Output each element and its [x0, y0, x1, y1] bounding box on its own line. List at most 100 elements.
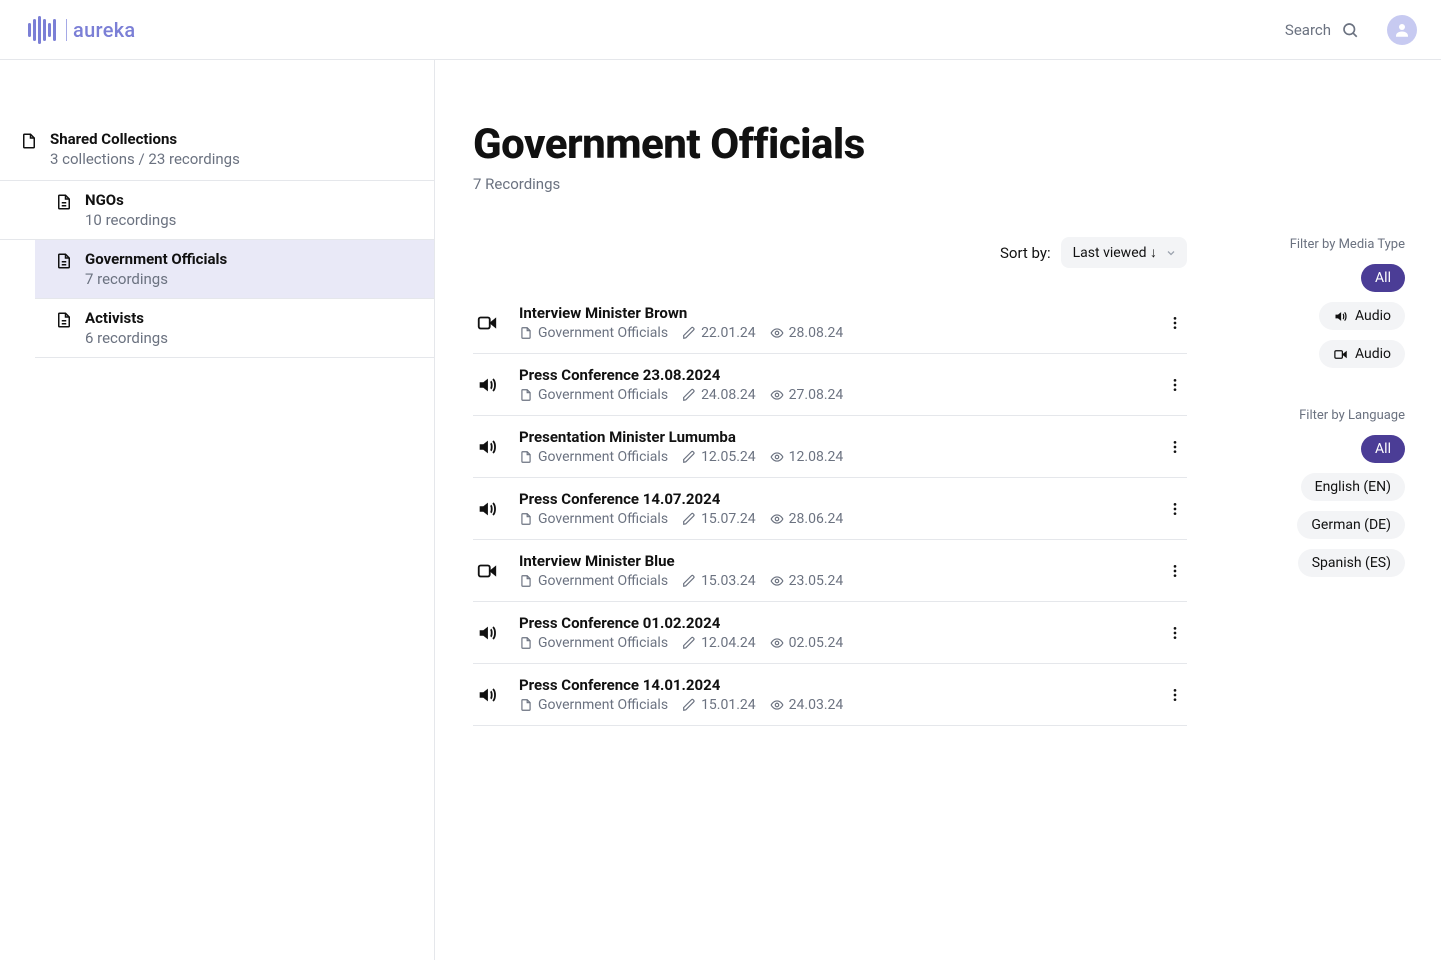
audio-icon	[473, 622, 501, 644]
chevron-down-icon	[1165, 247, 1177, 259]
recording-edited: 15.03.24	[682, 573, 756, 589]
recording-edited: 15.01.24	[682, 697, 756, 713]
app-header: aureka Search	[0, 0, 1441, 60]
logo-text: aureka	[73, 18, 136, 42]
main-content: Government Officials 7 Recordings Sort b…	[435, 60, 1441, 960]
video-icon	[473, 560, 501, 582]
recording-viewed: 23.05.24	[770, 573, 844, 589]
document-icon	[20, 132, 38, 150]
filter-media-chip-all[interactable]: All	[1361, 264, 1405, 292]
recording-viewed: 27.08.24	[770, 387, 844, 403]
recording-collection: Government Officials	[519, 449, 668, 465]
recording-item[interactable]: Interview Minister Blue Government Offici…	[473, 540, 1187, 602]
search-label: Search	[1285, 21, 1331, 39]
recording-edited: 12.05.24	[682, 449, 756, 465]
more-menu-button[interactable]	[1163, 683, 1187, 707]
recording-title: Press Conference 23.08.2024	[519, 366, 1145, 384]
recording-item[interactable]: Press Conference 14.07.2024 Government Of…	[473, 478, 1187, 540]
recording-viewed: 12.08.24	[770, 449, 844, 465]
filter-language-chip-all[interactable]: All	[1361, 435, 1405, 463]
recording-title: Press Conference 01.02.2024	[519, 614, 1145, 632]
page-title: Government Officials	[473, 120, 1405, 169]
sidebar-item-subtitle: 7 recordings	[85, 270, 227, 288]
chip-label: All	[1375, 270, 1391, 286]
recording-collection: Government Officials	[519, 573, 668, 589]
recording-edited: 22.01.24	[682, 325, 756, 341]
recording-collection: Government Officials	[519, 635, 668, 651]
filter-media-chip-audio[interactable]: Audio	[1319, 340, 1405, 368]
more-menu-button[interactable]	[1163, 435, 1187, 459]
recording-edited: 15.07.24	[682, 511, 756, 527]
document-file-icon	[55, 252, 73, 270]
page-subtitle: 7 Recordings	[473, 175, 1405, 193]
recording-title: Presentation Minister Lumumba	[519, 428, 1145, 446]
chip-label: German (DE)	[1311, 517, 1391, 533]
sidebar-item-activists[interactable]: Activists 6 recordings	[35, 299, 434, 358]
recording-viewed: 02.05.24	[770, 635, 844, 651]
audio-icon	[1333, 309, 1348, 324]
recording-edited: 12.04.24	[682, 635, 756, 651]
chip-label: All	[1375, 441, 1391, 457]
avatar-button[interactable]	[1387, 15, 1417, 45]
recording-item[interactable]: Press Conference 14.01.2024 Government Of…	[473, 664, 1187, 726]
more-menu-button[interactable]	[1163, 621, 1187, 645]
recording-collection: Government Officials	[519, 325, 668, 341]
filter-media-chips: All Audio Audio	[1225, 264, 1405, 368]
audio-icon	[473, 436, 501, 458]
recording-title: Press Conference 14.07.2024	[519, 490, 1145, 508]
recording-collection: Government Officials	[519, 697, 668, 713]
sort-select[interactable]: Last viewed ↓	[1061, 237, 1187, 268]
more-menu-button[interactable]	[1163, 497, 1187, 521]
recording-viewed: 28.08.24	[770, 325, 844, 341]
filter-media-chip-audio[interactable]: Audio	[1319, 302, 1405, 330]
document-file-icon	[55, 193, 73, 211]
sort-label: Sort by:	[1000, 244, 1051, 262]
sidebar-list: NGOs 10 recordings Government Officials 7 r…	[35, 180, 434, 358]
sort-row: Sort by: Last viewed ↓	[473, 237, 1187, 268]
recording-item[interactable]: Press Conference 01.02.2024 Government Of…	[473, 602, 1187, 664]
recording-viewed: 24.03.24	[770, 697, 844, 713]
filter-language-title: Filter by Language	[1225, 408, 1405, 423]
video-icon	[473, 312, 501, 334]
more-menu-button[interactable]	[1163, 311, 1187, 335]
sidebar-item-ngos[interactable]: NGOs 10 recordings	[0, 180, 434, 240]
filter-media-title: Filter by Media Type	[1225, 237, 1405, 252]
recording-title: Interview Minister Blue	[519, 552, 1145, 570]
search-icon	[1341, 21, 1359, 39]
recording-item[interactable]: Presentation Minister Lumumba Government …	[473, 416, 1187, 478]
sidebar-item-subtitle: 10 recordings	[85, 211, 176, 229]
sidebar-item-title: Government Officials	[85, 250, 227, 268]
search-button[interactable]: Search	[1285, 21, 1359, 39]
sidebar-item-title: Activists	[85, 309, 168, 327]
sidebar-item-title: NGOs	[85, 191, 176, 209]
recording-title: Interview Minister Brown	[519, 304, 1145, 322]
audio-icon	[473, 374, 501, 396]
recording-item[interactable]: Interview Minister Brown Government Offic…	[473, 292, 1187, 354]
recording-edited: 24.08.24	[682, 387, 756, 403]
video-icon	[1333, 347, 1348, 362]
recording-title: Press Conference 14.01.2024	[519, 676, 1145, 694]
logo-waveform-icon	[28, 16, 56, 44]
sidebar-root-subtitle: 3 collections / 23 recordings	[50, 150, 240, 168]
document-file-icon	[55, 311, 73, 329]
filters-panel: Filter by Media Type All Audio Audio Filte…	[1225, 237, 1405, 726]
more-menu-button[interactable]	[1163, 559, 1187, 583]
recording-collection: Government Officials	[519, 387, 668, 403]
filter-language-chip-german-de-[interactable]: German (DE)	[1297, 511, 1405, 539]
audio-icon	[473, 498, 501, 520]
user-icon	[1393, 21, 1411, 39]
sidebar-root[interactable]: Shared Collections 3 collections / 23 re…	[0, 130, 434, 180]
recording-viewed: 28.06.24	[770, 511, 844, 527]
chip-label: Audio	[1355, 308, 1391, 324]
sidebar-item-subtitle: 6 recordings	[85, 329, 168, 347]
recording-list: Interview Minister Brown Government Offic…	[473, 292, 1187, 726]
filter-language-chip-english-en-[interactable]: English (EN)	[1301, 473, 1405, 501]
chip-label: Spanish (ES)	[1312, 555, 1391, 571]
recording-item[interactable]: Press Conference 23.08.2024 Government Of…	[473, 354, 1187, 416]
recording-collection: Government Officials	[519, 511, 668, 527]
more-menu-button[interactable]	[1163, 373, 1187, 397]
filter-language-chip-spanish-es-[interactable]: Spanish (ES)	[1298, 549, 1405, 577]
logo[interactable]: aureka	[28, 16, 136, 44]
sidebar-root-title: Shared Collections	[50, 130, 240, 148]
sidebar-item-government-officials[interactable]: Government Officials 7 recordings	[35, 240, 434, 299]
